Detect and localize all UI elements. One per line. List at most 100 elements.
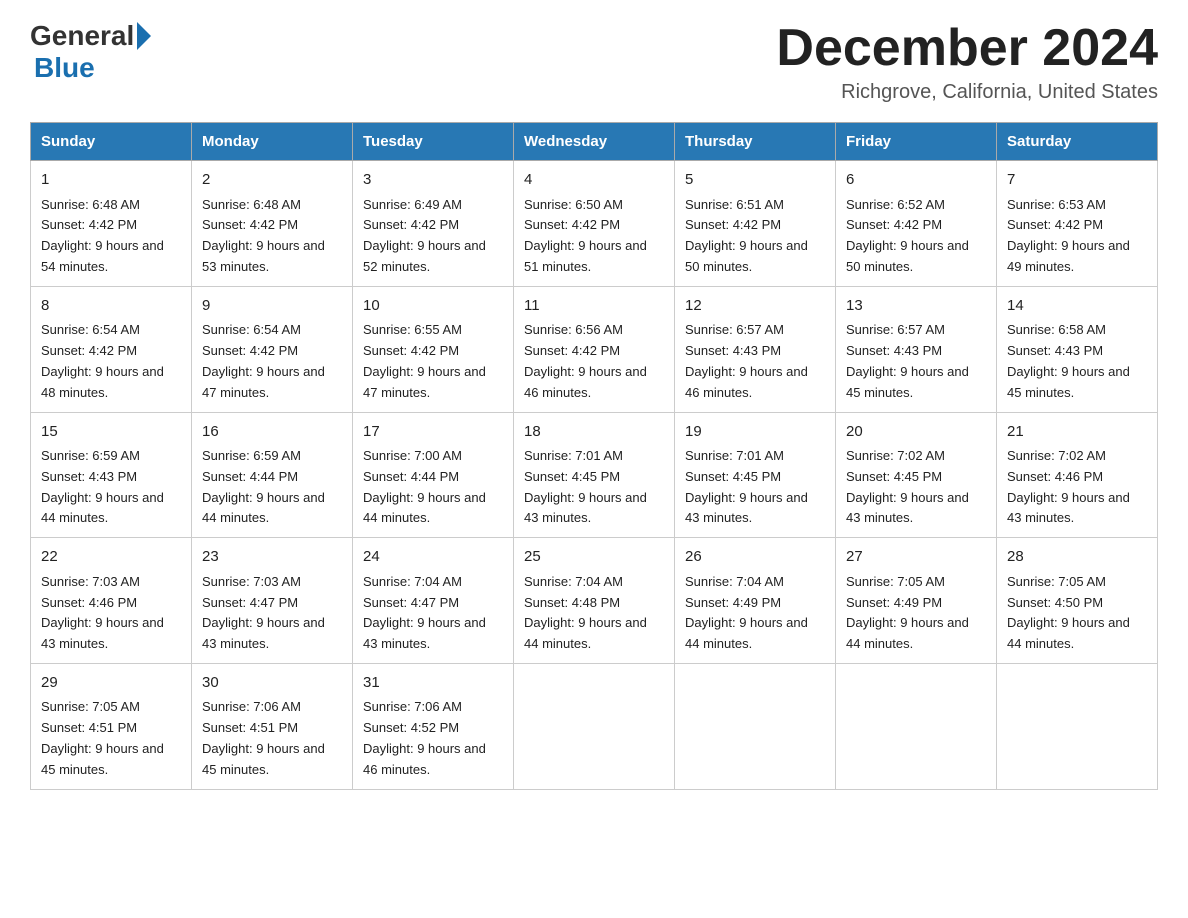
weekday-header-friday: Friday: [836, 123, 997, 161]
day-number: 19: [685, 421, 825, 444]
calendar-cell: 26 Sunrise: 7:04 AMSunset: 4:49 PMDaylig…: [675, 538, 836, 664]
day-number: 21: [1007, 421, 1147, 444]
calendar-week-row: 15 Sunrise: 6:59 AMSunset: 4:43 PMDaylig…: [31, 412, 1158, 538]
calendar-week-row: 22 Sunrise: 7:03 AMSunset: 4:46 PMDaylig…: [31, 538, 1158, 664]
calendar-cell: 10 Sunrise: 6:55 AMSunset: 4:42 PMDaylig…: [353, 286, 514, 412]
day-info: Sunrise: 7:05 AMSunset: 4:49 PMDaylight:…: [846, 572, 986, 655]
logo-blue-text: Blue: [34, 52, 95, 83]
calendar-cell: 3 Sunrise: 6:49 AMSunset: 4:42 PMDayligh…: [353, 161, 514, 287]
day-info: Sunrise: 7:02 AMSunset: 4:46 PMDaylight:…: [1007, 446, 1147, 529]
weekday-header-row: SundayMondayTuesdayWednesdayThursdayFrid…: [31, 123, 1158, 161]
calendar-cell: 24 Sunrise: 7:04 AMSunset: 4:47 PMDaylig…: [353, 538, 514, 664]
day-number: 13: [846, 295, 986, 318]
calendar-cell: 11 Sunrise: 6:56 AMSunset: 4:42 PMDaylig…: [514, 286, 675, 412]
day-info: Sunrise: 6:55 AMSunset: 4:42 PMDaylight:…: [363, 320, 503, 403]
location-title: Richgrove, California, United States: [776, 81, 1158, 104]
calendar-cell: 1 Sunrise: 6:48 AMSunset: 4:42 PMDayligh…: [31, 161, 192, 287]
calendar-cell: [514, 663, 675, 789]
calendar-cell: 7 Sunrise: 6:53 AMSunset: 4:42 PMDayligh…: [997, 161, 1158, 287]
day-number: 23: [202, 546, 342, 569]
calendar-cell: [836, 663, 997, 789]
day-info: Sunrise: 7:04 AMSunset: 4:49 PMDaylight:…: [685, 572, 825, 655]
weekday-header-monday: Monday: [192, 123, 353, 161]
day-number: 11: [524, 295, 664, 318]
day-number: 2: [202, 169, 342, 192]
day-number: 27: [846, 546, 986, 569]
calendar-cell: 4 Sunrise: 6:50 AMSunset: 4:42 PMDayligh…: [514, 161, 675, 287]
calendar-cell: 28 Sunrise: 7:05 AMSunset: 4:50 PMDaylig…: [997, 538, 1158, 664]
title-area: December 2024 Richgrove, California, Uni…: [776, 20, 1158, 104]
day-info: Sunrise: 6:54 AMSunset: 4:42 PMDaylight:…: [202, 320, 342, 403]
calendar-cell: [675, 663, 836, 789]
calendar-cell: [997, 663, 1158, 789]
calendar-cell: 8 Sunrise: 6:54 AMSunset: 4:42 PMDayligh…: [31, 286, 192, 412]
day-info: Sunrise: 7:04 AMSunset: 4:48 PMDaylight:…: [524, 572, 664, 655]
day-number: 8: [41, 295, 181, 318]
calendar-cell: 6 Sunrise: 6:52 AMSunset: 4:42 PMDayligh…: [836, 161, 997, 287]
day-info: Sunrise: 6:48 AMSunset: 4:42 PMDaylight:…: [202, 195, 342, 278]
day-number: 22: [41, 546, 181, 569]
calendar-cell: 20 Sunrise: 7:02 AMSunset: 4:45 PMDaylig…: [836, 412, 997, 538]
calendar-cell: 27 Sunrise: 7:05 AMSunset: 4:49 PMDaylig…: [836, 538, 997, 664]
day-info: Sunrise: 7:00 AMSunset: 4:44 PMDaylight:…: [363, 446, 503, 529]
day-number: 31: [363, 672, 503, 695]
calendar-cell: 14 Sunrise: 6:58 AMSunset: 4:43 PMDaylig…: [997, 286, 1158, 412]
logo: General Blue: [30, 20, 154, 84]
calendar-cell: 12 Sunrise: 6:57 AMSunset: 4:43 PMDaylig…: [675, 286, 836, 412]
weekday-header-tuesday: Tuesday: [353, 123, 514, 161]
month-title: December 2024: [776, 20, 1158, 77]
calendar-table: SundayMondayTuesdayWednesdayThursdayFrid…: [30, 122, 1158, 789]
calendar-cell: 29 Sunrise: 7:05 AMSunset: 4:51 PMDaylig…: [31, 663, 192, 789]
day-number: 16: [202, 421, 342, 444]
day-number: 15: [41, 421, 181, 444]
day-number: 29: [41, 672, 181, 695]
weekday-header-saturday: Saturday: [997, 123, 1158, 161]
page-header: General Blue December 2024 Richgrove, Ca…: [30, 20, 1158, 104]
day-number: 28: [1007, 546, 1147, 569]
calendar-cell: 19 Sunrise: 7:01 AMSunset: 4:45 PMDaylig…: [675, 412, 836, 538]
logo-general-text: General: [30, 20, 134, 52]
day-info: Sunrise: 7:03 AMSunset: 4:47 PMDaylight:…: [202, 572, 342, 655]
day-info: Sunrise: 7:01 AMSunset: 4:45 PMDaylight:…: [685, 446, 825, 529]
day-number: 9: [202, 295, 342, 318]
calendar-cell: 16 Sunrise: 6:59 AMSunset: 4:44 PMDaylig…: [192, 412, 353, 538]
day-info: Sunrise: 6:56 AMSunset: 4:42 PMDaylight:…: [524, 320, 664, 403]
calendar-cell: 22 Sunrise: 7:03 AMSunset: 4:46 PMDaylig…: [31, 538, 192, 664]
day-info: Sunrise: 6:58 AMSunset: 4:43 PMDaylight:…: [1007, 320, 1147, 403]
day-number: 1: [41, 169, 181, 192]
day-number: 24: [363, 546, 503, 569]
calendar-cell: 31 Sunrise: 7:06 AMSunset: 4:52 PMDaylig…: [353, 663, 514, 789]
day-info: Sunrise: 7:05 AMSunset: 4:50 PMDaylight:…: [1007, 572, 1147, 655]
calendar-cell: 2 Sunrise: 6:48 AMSunset: 4:42 PMDayligh…: [192, 161, 353, 287]
day-number: 17: [363, 421, 503, 444]
calendar-cell: 13 Sunrise: 6:57 AMSunset: 4:43 PMDaylig…: [836, 286, 997, 412]
calendar-cell: 30 Sunrise: 7:06 AMSunset: 4:51 PMDaylig…: [192, 663, 353, 789]
calendar-week-row: 29 Sunrise: 7:05 AMSunset: 4:51 PMDaylig…: [31, 663, 1158, 789]
day-number: 30: [202, 672, 342, 695]
day-number: 10: [363, 295, 503, 318]
day-info: Sunrise: 7:06 AMSunset: 4:52 PMDaylight:…: [363, 697, 503, 780]
day-info: Sunrise: 6:51 AMSunset: 4:42 PMDaylight:…: [685, 195, 825, 278]
day-number: 18: [524, 421, 664, 444]
day-number: 12: [685, 295, 825, 318]
day-number: 25: [524, 546, 664, 569]
day-info: Sunrise: 7:01 AMSunset: 4:45 PMDaylight:…: [524, 446, 664, 529]
day-number: 3: [363, 169, 503, 192]
day-number: 26: [685, 546, 825, 569]
calendar-cell: 9 Sunrise: 6:54 AMSunset: 4:42 PMDayligh…: [192, 286, 353, 412]
day-info: Sunrise: 6:49 AMSunset: 4:42 PMDaylight:…: [363, 195, 503, 278]
day-number: 6: [846, 169, 986, 192]
calendar-week-row: 8 Sunrise: 6:54 AMSunset: 4:42 PMDayligh…: [31, 286, 1158, 412]
day-info: Sunrise: 6:53 AMSunset: 4:42 PMDaylight:…: [1007, 195, 1147, 278]
calendar-cell: 15 Sunrise: 6:59 AMSunset: 4:43 PMDaylig…: [31, 412, 192, 538]
day-info: Sunrise: 7:03 AMSunset: 4:46 PMDaylight:…: [41, 572, 181, 655]
day-number: 20: [846, 421, 986, 444]
weekday-header-sunday: Sunday: [31, 123, 192, 161]
calendar-cell: 18 Sunrise: 7:01 AMSunset: 4:45 PMDaylig…: [514, 412, 675, 538]
day-number: 14: [1007, 295, 1147, 318]
day-info: Sunrise: 7:04 AMSunset: 4:47 PMDaylight:…: [363, 572, 503, 655]
calendar-week-row: 1 Sunrise: 6:48 AMSunset: 4:42 PMDayligh…: [31, 161, 1158, 287]
calendar-cell: 21 Sunrise: 7:02 AMSunset: 4:46 PMDaylig…: [997, 412, 1158, 538]
calendar-cell: 25 Sunrise: 7:04 AMSunset: 4:48 PMDaylig…: [514, 538, 675, 664]
day-info: Sunrise: 7:05 AMSunset: 4:51 PMDaylight:…: [41, 697, 181, 780]
